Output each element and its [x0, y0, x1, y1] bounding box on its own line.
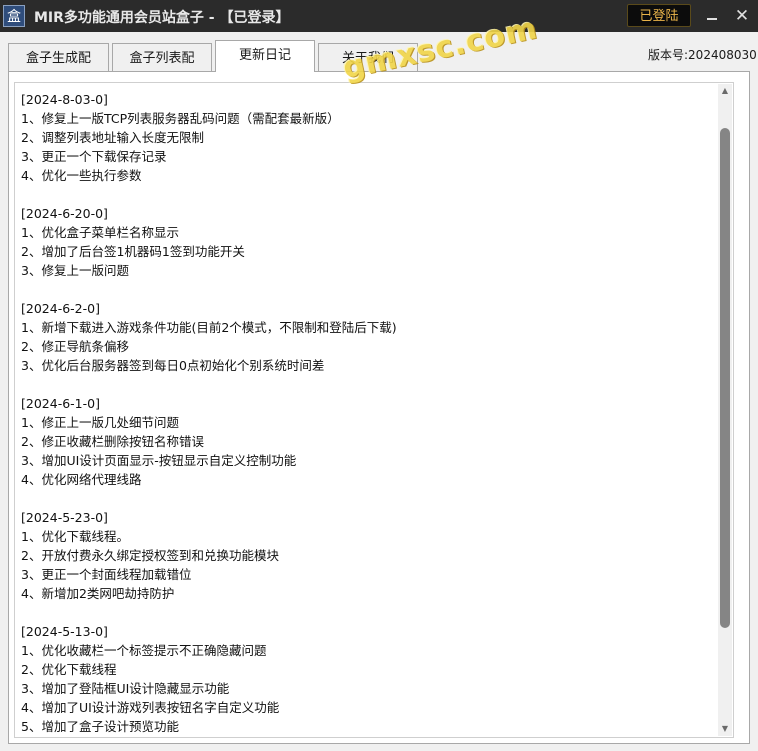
close-button[interactable]: ✕	[732, 6, 752, 26]
changelog-item: 3、更正一个下载保存记录	[21, 149, 167, 164]
changelog-item: 4、新增加2类网吧劫持防护	[21, 586, 175, 601]
changelog-version-header: [2024-6-2-0]	[21, 301, 100, 316]
changelog-item: 3、优化后台服务器签到每日0点初始化个别系统时间差	[21, 358, 325, 373]
changelog-item: 3、修复上一版问题	[21, 263, 129, 278]
changelog-textbox[interactable]: [2024-8-03-0] 1、修复上一版TCP列表服务器乱码问题（需配套最新版）…	[14, 82, 734, 738]
changelog-entry: [2024-8-03-0] 1、修复上一版TCP列表服务器乱码问题（需配套最新版）…	[21, 90, 711, 185]
scroll-thumb[interactable]	[720, 128, 730, 628]
minimize-button[interactable]	[703, 6, 723, 26]
changelog-item: 1、优化盒子菜单栏名称显示	[21, 225, 179, 240]
title-bar: 盒 MIR多功能通用会员站盒子 - 【已登录】 已登陆 ✕	[0, 0, 758, 32]
changelog-version-header: [2024-6-1-0]	[21, 396, 100, 411]
version-label: 版本号:202408030	[648, 48, 757, 62]
changelog-item: 4、优化网络代理线路	[21, 472, 142, 487]
changelog-item: 3、增加UI设计页面显示-按钮显示自定义控制功能	[21, 453, 297, 468]
changelog-content: [2024-8-03-0] 1、修复上一版TCP列表服务器乱码问题（需配套最新版）…	[21, 90, 711, 737]
changelog-item: 1、优化下载线程。	[21, 529, 129, 544]
changelog-entry: [2024-6-20-0] 1、优化盒子菜单栏名称显示 2、增加了后台签1机器码1签…	[21, 204, 711, 280]
changelog-item: 2、修正收藏栏删除按钮名称错误	[21, 434, 204, 449]
minimize-icon	[707, 18, 717, 20]
tab-box-generate-config[interactable]: 盒子生成配	[8, 43, 109, 71]
changelog-item: 3、增加了登陆框UI设计隐藏显示功能	[21, 681, 230, 696]
close-icon: ✕	[734, 6, 750, 26]
window-title: MIR多功能通用会员站盒子 - 【已登录】	[34, 10, 290, 26]
changelog-entry: [2024-5-13-0] 1、优化收藏栏一个标签提示不正确隐藏问题 2、优化下载线…	[21, 622, 711, 736]
changelog-version-header: [2024-5-13-0]	[21, 624, 108, 639]
changelog-version-header: [2024-6-20-0]	[21, 206, 108, 221]
changelog-entry: [2024-5-23-0] 1、优化下载线程。 2、开放付费永久绑定授权签到和兑换功…	[21, 508, 711, 603]
changelog-entry: [2024-6-2-0] 1、新增下载进入游戏条件功能(目前2个模式，不限制和登陆…	[21, 299, 711, 375]
app-box-icon: 盒	[3, 5, 25, 27]
changelog-item: 2、调整列表地址输入长度无限制	[21, 130, 204, 145]
scroll-up-arrow-icon[interactable]: ▲	[718, 84, 732, 98]
changelog-item: 5、增加了盒子设计预览功能	[21, 719, 179, 734]
changelog-item: 2、增加了后台签1机器码1签到功能开关	[21, 244, 245, 259]
changelog-entry: [2024-6-1-0] 1、修正上一版几处细节问题 2、修正收藏栏删除按钮名称错误…	[21, 394, 711, 489]
tab-update-log[interactable]: 更新日记	[215, 40, 315, 72]
changelog-item: 2、开放付费永久绑定授权签到和兑换功能模块	[21, 548, 279, 563]
changelog-item: 4、增加了UI设计游戏列表按钮名字自定义功能	[21, 700, 280, 715]
changelog-item: 2、优化下载线程	[21, 662, 117, 677]
changelog-version-header: [2024-5-23-0]	[21, 510, 108, 525]
login-status-button[interactable]: 已登陆	[627, 4, 691, 27]
changelog-item: 1、新增下载进入游戏条件功能(目前2个模式，不限制和登陆后下载)	[21, 320, 397, 335]
changelog-item: 2、修正导航条偏移	[21, 339, 129, 354]
tab-box-list-config[interactable]: 盒子列表配	[112, 43, 212, 71]
changelog-item: 1、修正上一版几处细节问题	[21, 415, 179, 430]
scroll-down-arrow-icon[interactable]: ▼	[718, 722, 732, 736]
changelog-version-header: [2024-8-03-0]	[21, 92, 108, 107]
changelog-item: 3、更正一个封面线程加载错位	[21, 567, 192, 582]
changelog-scrollbar[interactable]: ▲ ▼	[718, 84, 732, 736]
changelog-item: 1、修复上一版TCP列表服务器乱码问题（需配套最新版）	[21, 111, 340, 126]
changelog-item: 4、优化一些执行参数	[21, 168, 142, 183]
changelog-item: 1、优化收藏栏一个标签提示不正确隐藏问题	[21, 643, 267, 658]
